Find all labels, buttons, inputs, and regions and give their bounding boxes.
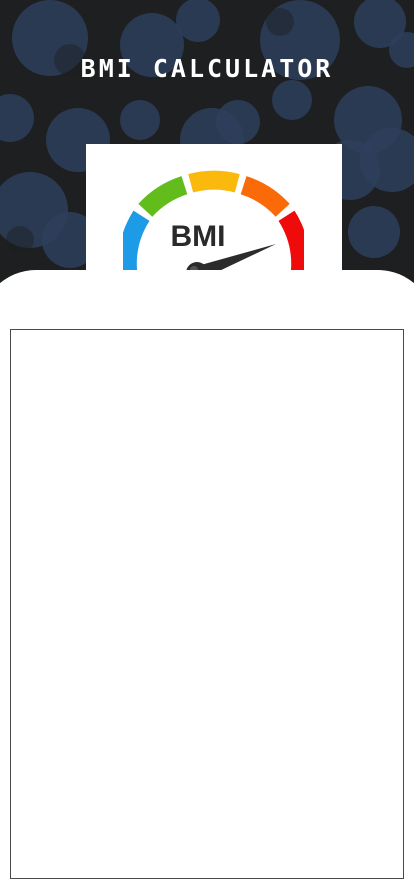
gauge-segment-extreme — [278, 210, 311, 273]
gauge-segment-underweight — [117, 210, 150, 273]
content-top-curve — [0, 270, 414, 330]
result-panel — [10, 329, 404, 879]
gauge-segment-normal — [138, 176, 188, 217]
gauge-label: BMI — [171, 220, 226, 253]
gauge-segment-obese — [240, 176, 290, 217]
app-title: BMI CALCULATOR — [80, 54, 334, 83]
bmi-gauge: BMI — [86, 144, 342, 284]
app-header: BMI CALCULATOR BMI — [0, 0, 414, 300]
gauge-graphic: BMI — [86, 170, 342, 284]
gauge-segment-overweight — [188, 170, 240, 193]
